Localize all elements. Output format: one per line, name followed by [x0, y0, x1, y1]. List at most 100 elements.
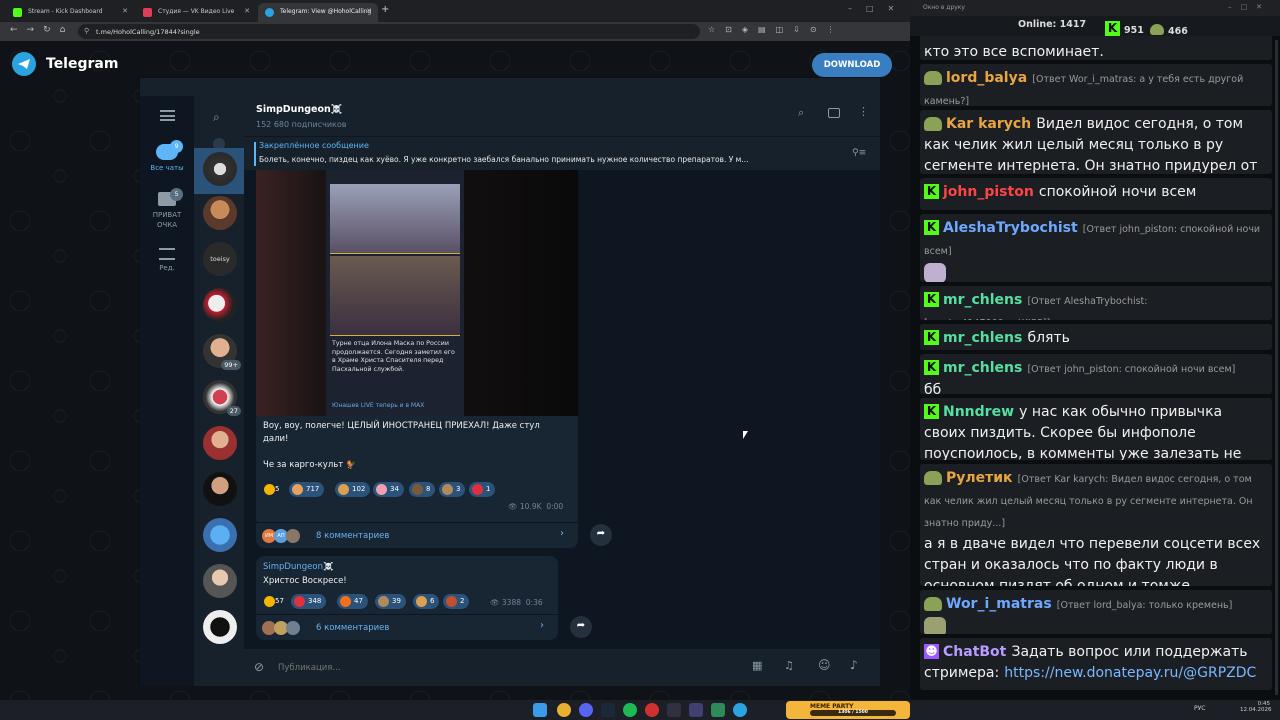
- video-thumbnail[interactable]: Турне отца Илона Маска по России продолж…: [256, 170, 578, 416]
- share-icon[interactable]: ➦: [590, 524, 612, 546]
- bell-icon[interactable]: ♫: [784, 659, 794, 672]
- kick-logo-icon: K: [924, 184, 939, 199]
- folder-private[interactable]: ПРИВАТ ОЧКА 5: [140, 188, 194, 230]
- tab-vk-video[interactable]: Студия — VK Видео Live ✕: [136, 3, 256, 22]
- chat-avatar[interactable]: [203, 518, 237, 552]
- post-author[interactable]: SimpDungeon☠️: [263, 562, 334, 572]
- player-icon[interactable]: [689, 703, 703, 717]
- app-icon[interactable]: [711, 703, 725, 717]
- reaction-chip[interactable]: 2: [443, 594, 470, 609]
- viewer-stats: Online: 1417 K 951 466: [910, 16, 1280, 37]
- extensions-toolbar[interactable]: ☆⊡◈▤◫⇩⊙⋮: [708, 25, 845, 34]
- post-input[interactable]: [278, 659, 678, 677]
- commenter-avatar: [286, 621, 300, 635]
- close-tab-icon[interactable]: ✕: [366, 7, 372, 15]
- side-panel-icon[interactable]: [828, 108, 840, 118]
- reaction-emoji-icon: [376, 484, 387, 495]
- chat-username[interactable]: Wor_i_matras: [946, 596, 1052, 612]
- reaction-chip[interactable]: 5: [261, 482, 284, 497]
- chat-username[interactable]: mr_chlens: [943, 360, 1022, 376]
- folder-edit[interactable]: Ред.: [140, 248, 194, 272]
- tab-kick-dashboard[interactable]: Stream - Kick Dashboard ✕: [6, 3, 134, 22]
- reaction-chip[interactable]: 348: [291, 594, 327, 609]
- chat-username[interactable]: ChatBot: [943, 644, 1006, 660]
- search-icon[interactable]: ⌕: [798, 106, 804, 120]
- menu-icon[interactable]: [160, 110, 175, 121]
- nav-buttons[interactable]: ←→↻⌂: [10, 25, 74, 35]
- reaction-chip[interactable]: 39: [375, 594, 406, 609]
- new-tab-button[interactable]: +: [381, 4, 389, 15]
- folder-all-chats[interactable]: Все чаты 9: [140, 140, 194, 172]
- chat-username[interactable]: Kar karych: [946, 116, 1031, 132]
- chat-window-controls[interactable]: –□✕: [1228, 3, 1271, 11]
- chat-avatar[interactable]: [203, 196, 237, 230]
- comments-bar[interactable]: ИМ АП 8 комментариев ›: [256, 522, 578, 548]
- chrome-icon[interactable]: [557, 703, 571, 717]
- tab-telegram[interactable]: Telegram: View @HoholCalling ✕: [258, 3, 378, 22]
- telegram-taskbar-icon[interactable]: [733, 703, 747, 717]
- start-icon[interactable]: [533, 703, 547, 717]
- unread-badge: 5: [170, 188, 183, 201]
- chat-avatar[interactable]: 27: [203, 380, 241, 416]
- meme-party-widget[interactable]: MEME PARTY 1306 / 1500: [786, 701, 910, 719]
- repost-screenshot: Турне отца Илона Маска по России продолж…: [326, 170, 464, 416]
- close-tab-icon[interactable]: ✕: [244, 7, 250, 15]
- chat-username[interactable]: mr_chlens: [943, 292, 1022, 308]
- window-controls[interactable]: –□✕: [848, 4, 908, 13]
- frog-platform-icon: [924, 470, 942, 485]
- language-indicator[interactable]: РУС: [1194, 705, 1205, 712]
- chat-username[interactable]: john_piston: [943, 184, 1034, 200]
- share-icon[interactable]: ➦: [570, 616, 592, 638]
- reaction-chip[interactable]: 47: [337, 594, 368, 609]
- chat-username[interactable]: mr_chlens: [943, 330, 1022, 346]
- channel-name[interactable]: SimpDungeon☠️: [256, 104, 343, 115]
- chat-avatar[interactable]: 99+: [203, 334, 241, 370]
- comments-link[interactable]: 6 комментариев: [316, 623, 389, 633]
- reaction-chip[interactable]: 34: [373, 482, 404, 497]
- chat-username[interactable]: Nnndrew: [943, 404, 1014, 420]
- url-input[interactable]: ⚲ t.me/HoholCalling/17844?single: [78, 24, 700, 39]
- clock[interactable]: 0:45 12.04.2026: [1240, 701, 1272, 713]
- reaction-chip[interactable]: 717: [289, 482, 325, 497]
- attach-icon[interactable]: ⊘: [254, 660, 264, 674]
- chat-username[interactable]: AleshaTrybochist: [943, 220, 1078, 236]
- more-icon[interactable]: ⋮: [858, 105, 869, 118]
- chat-avatar[interactable]: [203, 426, 237, 460]
- message-composer: ⊘ ▦ ♫ ☺ ♪: [244, 648, 880, 686]
- comments-link[interactable]: 8 комментариев: [316, 531, 389, 541]
- donate-link[interactable]: https://new.donatepay.ru/@GRPZDC: [1004, 665, 1256, 681]
- reaction-chip[interactable]: 102: [335, 482, 371, 497]
- app-icon[interactable]: [667, 703, 681, 717]
- chat-avatar[interactable]: [203, 288, 237, 322]
- obs-icon[interactable]: [645, 703, 659, 717]
- reaction-chip[interactable]: 3: [439, 482, 466, 497]
- chat-username[interactable]: lord_balya: [946, 70, 1027, 86]
- schedule-icon[interactable]: ▦: [752, 659, 762, 672]
- search-icon[interactable]: ⌕: [213, 110, 220, 125]
- kick-logo-icon: K: [1105, 21, 1120, 36]
- close-tab-icon[interactable]: ✕: [122, 7, 128, 15]
- chat-username[interactable]: Рулетик: [946, 470, 1013, 486]
- pinned-message-bar[interactable]: Закреплённое сообщение Болеть, конечно, …: [244, 136, 880, 170]
- reaction-chip[interactable]: 57: [261, 594, 289, 609]
- discord-icon[interactable]: [579, 703, 593, 717]
- microphone-icon[interactable]: ♪: [850, 658, 858, 672]
- chat-avatar[interactable]: [203, 152, 237, 186]
- chat-avatar[interactable]: [203, 472, 237, 506]
- pinned-text: Болеть, конечно, пиздец как хуёво. Я уже…: [259, 155, 749, 164]
- chat-avatar[interactable]: [203, 564, 237, 598]
- reaction-chip[interactable]: 8: [409, 482, 436, 497]
- comments-bar[interactable]: 6 комментариев ›: [256, 614, 558, 640]
- spotify-icon[interactable]: [623, 703, 637, 717]
- download-button[interactable]: DOWNLOAD: [812, 53, 892, 77]
- emoji-icon[interactable]: ☺: [818, 658, 831, 672]
- steam-icon[interactable]: [601, 703, 615, 717]
- site-info-icon[interactable]: ⚲: [84, 27, 89, 35]
- taskbar: MEME PARTY 1306 / 1500 РУС 0:45 12.04.20…: [0, 700, 1280, 720]
- chat-scrollbar[interactable]: [1275, 40, 1278, 695]
- chat-avatar[interactable]: [203, 610, 237, 644]
- reaction-chip[interactable]: 1: [469, 482, 496, 497]
- reaction-chip[interactable]: 6: [413, 594, 440, 609]
- chat-avatar[interactable]: toeisy: [203, 242, 237, 276]
- pin-list-icon[interactable]: ⚲≡: [852, 148, 866, 158]
